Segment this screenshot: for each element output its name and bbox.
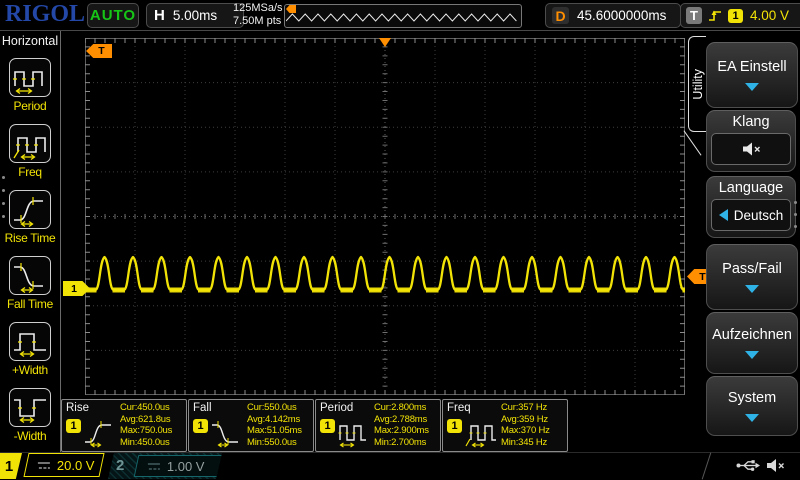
stat-avg: Avg:2.788ms [374, 415, 438, 426]
rigol-logo: RIGOL [5, 1, 85, 28]
trigger-level-value: 4.00 V [750, 8, 789, 23]
menu-button-klang[interactable]: Klang [706, 110, 796, 172]
usb-icon [736, 459, 760, 472]
menu-button-system[interactable]: System [706, 376, 798, 436]
channel1-scale-box[interactable]: 20.0 V [23, 453, 104, 477]
stat-cur: Cur:450.0us [120, 403, 184, 414]
measurement-readout-freq: Freq 1 Cur:357 Hz Avg:359 Hz Max:370 Hz … [442, 399, 568, 452]
menu-button-ea-einstell[interactable]: EA Einstell [706, 42, 798, 108]
left-page-dot [2, 202, 5, 205]
trigger-label: T [686, 7, 702, 24]
measure-item-fall-time[interactable]: Fall Time [0, 256, 60, 311]
channel-badge: 1 [447, 419, 462, 433]
channel-badge: 1 [320, 419, 335, 433]
stat-min: Min:450.0us [120, 438, 184, 449]
dc-coupling-icon [37, 461, 51, 470]
sample-rate: 125MSa/s [233, 2, 283, 15]
measure-menu-title: Horizontal [0, 34, 60, 48]
measure-item-rise-time[interactable]: Rise Time [0, 190, 60, 245]
menu-button-language[interactable]: Language Deutsch [706, 176, 796, 238]
right-page-dot [794, 201, 797, 204]
trigger-slope-icon [707, 7, 723, 24]
chevron-down-icon [745, 414, 759, 422]
speaker-muted-icon [765, 457, 786, 474]
measure-item-period[interactable]: Period [0, 58, 60, 113]
right-page-dot [794, 213, 797, 216]
dc-coupling-icon [147, 462, 161, 471]
waveform-display-area: T T 1 [85, 38, 685, 395]
trigger-source-badge: 1 [728, 9, 743, 23]
measurement-readout-period: Period 1 Cur:2.800ms Avg:2.788ms Max:2.9… [315, 399, 441, 452]
left-page-dot [2, 176, 5, 179]
rise-time-icon [12, 193, 48, 227]
stat-cur: Cur:2.800ms [374, 403, 438, 414]
left-page-dot [2, 189, 5, 192]
stat-avg: Avg:4.142ms [247, 415, 311, 426]
measure-item-plus-width[interactable]: +Width [0, 322, 60, 377]
channel2-scale-box: 1.00 V [134, 455, 229, 477]
waveform-memory-preview[interactable] [284, 4, 522, 28]
trigger-position-marker[interactable] [379, 38, 391, 47]
period-icon [12, 61, 48, 95]
stat-min: Min:550.0us [247, 438, 311, 449]
minus-width-icon [12, 391, 48, 425]
run-status-badge: AUTO [87, 3, 139, 28]
speaker-muted-icon [740, 140, 762, 158]
fall-time-icon [12, 259, 48, 293]
rise-icon [84, 418, 118, 448]
freq-icon [12, 127, 48, 161]
stat-avg: Avg:359 Hz [501, 415, 565, 426]
channel2-button[interactable]: 2 1.00 V [108, 453, 222, 479]
chevron-left-icon [719, 209, 728, 221]
utility-tab-outline [683, 130, 701, 155]
horizontal-label: H [154, 7, 165, 24]
topbar-divider [0, 30, 800, 31]
plus-width-icon [12, 325, 48, 359]
acquisition-info: 125MSa/s 7.50M pts [233, 2, 283, 28]
stat-min: Min:2.700ms [374, 438, 438, 449]
delay-label: D [552, 7, 569, 24]
chevron-down-icon [745, 285, 759, 293]
horizontal-scale-box[interactable]: H 5.00ms [146, 3, 244, 28]
language-value: Deutsch [734, 208, 784, 223]
freq-icon [465, 418, 499, 448]
measure-item-minus-width[interactable]: -Width [0, 388, 60, 443]
delay-value: 45.6000000ms [577, 8, 666, 23]
stat-max: Max:51.05ms [247, 426, 311, 437]
menu-button-pass-fail[interactable]: Pass/Fail [706, 244, 798, 310]
period-icon [338, 418, 372, 448]
oscilloscope-screen: RIGOL AUTO H 5.00ms 125MSa/s 7.50M pts D… [0, 0, 800, 480]
measurement-readout-fall: Fall 1 Cur:550.0us Avg:4.142ms Max:51.05… [188, 399, 314, 452]
channel2-label: 2 [116, 457, 124, 474]
channel-badge: 1 [193, 419, 208, 433]
fall-icon [211, 418, 245, 448]
menu-button-aufzeichnen[interactable]: Aufzeichnen [706, 312, 798, 374]
trigger-delay-box[interactable]: D 45.6000000ms [545, 3, 681, 28]
right-page-dot [794, 225, 797, 228]
memory-depth: 7.50M pts [233, 15, 283, 28]
chevron-down-icon [745, 83, 759, 91]
measurement-readout-rise: Rise 1 Cur:450.0us Avg:621.8us Max:750.0… [61, 399, 187, 452]
trigger-info-box[interactable]: T 1 4.00 V [680, 3, 800, 28]
preview-waveform [286, 6, 520, 26]
stat-max: Max:370 Hz [501, 426, 565, 437]
stat-max: Max:2.900ms [374, 426, 438, 437]
left-page-dot [2, 215, 5, 218]
stat-avg: Avg:621.8us [120, 415, 184, 426]
stat-min: Min:345 Hz [501, 438, 565, 449]
channel1-scale-value: 20.0 V [57, 458, 95, 473]
channel-badge: 1 [66, 419, 81, 433]
stat-max: Max:750.0us [120, 426, 184, 437]
stat-cur: Cur:550.0us [247, 403, 311, 414]
channel2-scale-value: 1.00 V [167, 459, 205, 474]
measure-item-freq[interactable]: Freq [0, 124, 60, 179]
scope-grid-waveform [85, 38, 685, 395]
utility-menu-tab: Utility [688, 36, 706, 132]
horizontal-scale-value: 5.00ms [173, 8, 217, 23]
chevron-down-icon [745, 351, 759, 359]
stat-cur: Cur:357 Hz [501, 403, 565, 414]
